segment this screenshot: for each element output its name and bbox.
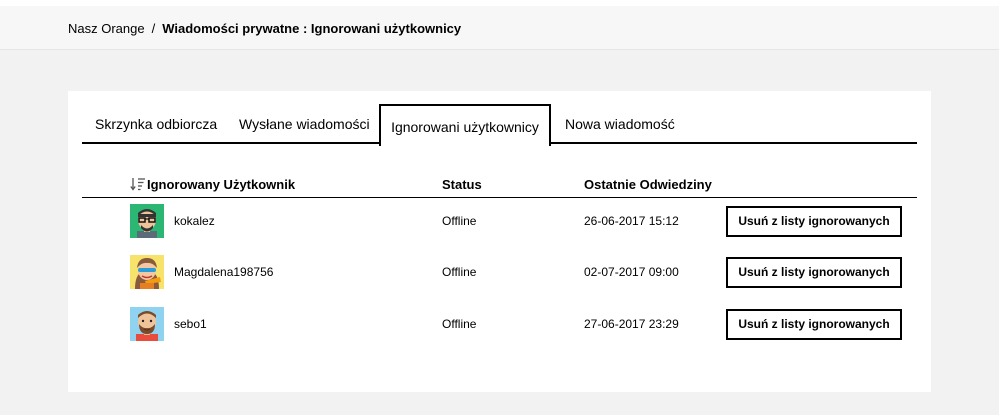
breadcrumb: Nasz Orange / Wiadomości prywatne : Ignoro… [68,21,461,37]
column-header-user[interactable]: Ignorowany Użytkownik [130,177,295,192]
avatar[interactable] [130,255,164,289]
column-header-user-label: Ignorowany Użytkownik [147,177,296,192]
tab-inbox[interactable]: Skrzynka odbiorcza [95,104,217,144]
status-text: Offline [442,214,477,228]
remove-from-ignored-button[interactable]: Usuń z listy ignorowanych [726,257,902,288]
avatar[interactable] [130,307,164,341]
table-header: Ignorowany Użytkownik Status Ostatnie Od… [82,177,917,198]
status-text: Offline [442,265,477,279]
message-tabs: Skrzynka odbiorcza Wysłane wiadomości Ig… [82,104,917,146]
remove-from-ignored-button[interactable]: Usuń z listy ignorowanych [726,309,902,340]
table-row: Magdalena198756 Offline 02-07-2017 09:00… [82,252,917,292]
column-header-last-visit: Ostatnie Odwiedziny [584,177,712,192]
avatar-bearded-man-icon [130,307,164,341]
tab-ignored-users[interactable]: Ignorowani użytkownicy [379,104,551,146]
page-header: Nasz Orange / Wiadomości prywatne : Ignoro… [0,6,999,50]
tab-new-message[interactable]: Nowa wiadomość [565,104,675,144]
breadcrumb-separator: / [151,21,156,36]
column-header-status: Status [442,177,482,192]
last-visit-date: 26-06-2017 15:12 [584,214,679,228]
username[interactable]: kokalez [174,214,215,228]
last-visit-date: 27-06-2017 23:29 [584,317,679,331]
breadcrumb-current: Wiadomości prywatne : Ignorowani użytkow… [162,21,462,36]
username[interactable]: Magdalena198756 [174,265,273,279]
last-visit-date: 02-07-2017 09:00 [584,265,679,279]
table-row: kokalez Offline 26-06-2017 15:12 Usuń z … [82,201,917,241]
table-row: sebo1 Offline 27-06-2017 23:29 Usuń z li… [82,304,917,344]
username[interactable]: sebo1 [174,317,207,331]
avatar-woman-sunglasses-icon [130,255,164,289]
messages-card: Skrzynka odbiorcza Wysłane wiadomości Ig… [68,91,931,392]
avatar-glasses-man-icon [130,204,164,238]
remove-from-ignored-button[interactable]: Usuń z listy ignorowanych [726,206,902,237]
tab-sent[interactable]: Wysłane wiadomości [239,104,370,144]
status-text: Offline [442,317,477,331]
avatar[interactable] [130,204,164,238]
sort-descending-icon[interactable] [130,177,146,191]
breadcrumb-home-link[interactable]: Nasz Orange [68,21,145,36]
